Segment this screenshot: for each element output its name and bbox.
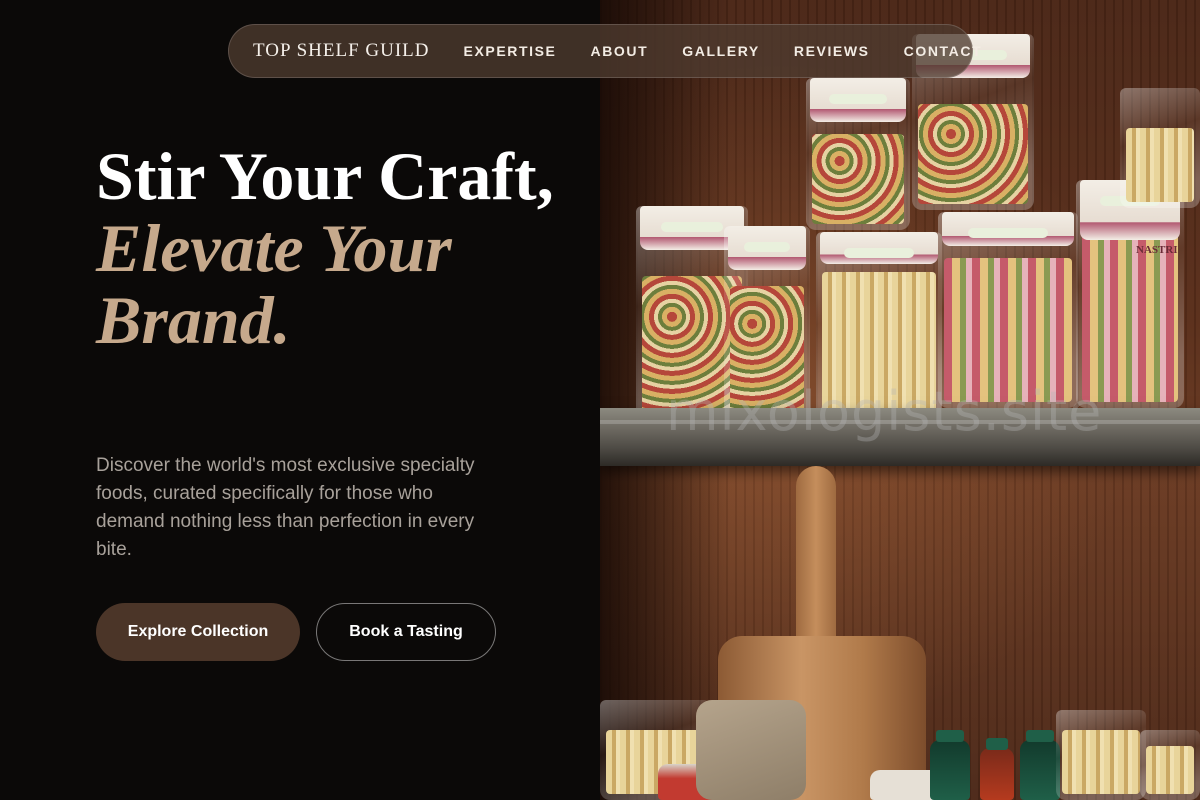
pasta-bag <box>1056 710 1146 800</box>
hero-title-line-2: Elevate Your Brand. <box>96 210 452 358</box>
bottle-cap <box>986 738 1008 750</box>
board-handle <box>796 466 836 646</box>
explore-collection-button[interactable]: Explore Collection <box>96 603 300 661</box>
pasta-bag-label <box>728 226 806 270</box>
green-bottle <box>1020 730 1060 800</box>
pasta-bag <box>1076 180 1184 408</box>
nav-link-about[interactable]: ABOUT <box>591 43 649 59</box>
nav-link-gallery[interactable]: GALLERY <box>682 43 760 59</box>
hero-title: Stir Your Craft, Elevate Your Brand. <box>96 140 556 356</box>
burlap-sack <box>696 700 806 800</box>
bottle-cap <box>1026 730 1054 742</box>
bottle-cap <box>936 730 964 742</box>
pasta-bag <box>938 212 1078 408</box>
nastri-label-text: NASTRI <box>1136 244 1178 256</box>
green-bottle <box>930 730 970 800</box>
pasta-bag-contents <box>1062 730 1140 794</box>
pasta-bag-label <box>810 78 906 122</box>
hero-title-line-1: Stir Your Craft, <box>96 138 554 214</box>
nav-link-contact[interactable]: CONTACT <box>904 43 983 59</box>
sauce-jar <box>980 738 1014 800</box>
pasta-bag <box>806 78 910 230</box>
brand-logo-link[interactable]: TOP SHELF GUILD <box>253 40 430 62</box>
pasta-bag-contents <box>1126 128 1194 202</box>
nav-link-reviews[interactable]: REVIEWS <box>794 43 870 59</box>
pasta-bag-contents <box>918 104 1028 204</box>
pasta-bag-contents <box>1146 746 1194 794</box>
pasta-bag-label <box>942 212 1074 246</box>
pasta-bag <box>1140 730 1200 800</box>
pasta-bag <box>1120 88 1200 208</box>
top-navigation: TOP SHELF GUILD EXPERTISE ABOUT GALLERY … <box>228 24 981 78</box>
book-tasting-button[interactable]: Book a Tasting <box>316 603 496 661</box>
hero-image-pasta-shelf: NASTRI mixologists.site <box>600 0 1200 800</box>
hero-description: Discover the world's most exclusive spec… <box>96 455 475 560</box>
watermark-text: mixologists.site <box>666 380 1103 443</box>
nav-link-expertise[interactable]: EXPERTISE <box>464 43 557 59</box>
hero-left-panel <box>0 0 600 800</box>
pasta-bag-label <box>820 232 938 264</box>
pasta-bag-contents <box>812 134 904 224</box>
